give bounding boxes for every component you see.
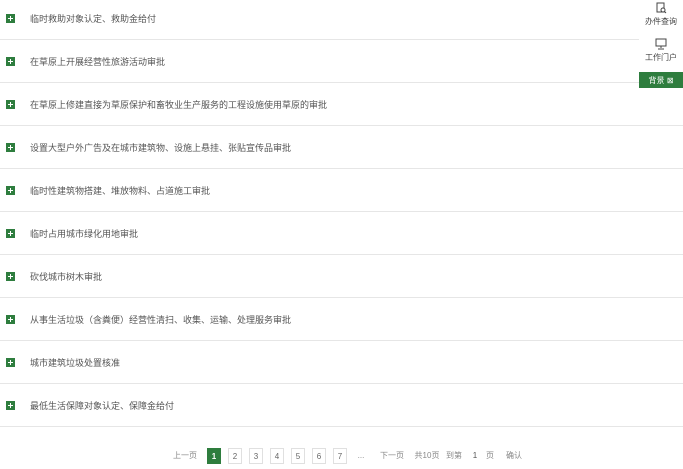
goto-label: 到第 xyxy=(446,451,462,460)
query-button[interactable]: 办件查询 xyxy=(639,0,683,36)
portal-button[interactable]: 工作门户 xyxy=(639,36,683,72)
expand-icon[interactable] xyxy=(6,272,15,281)
list-item-label: 设置大型户外广告及在城市建筑物、设施上悬挂、张贴宣传品审批 xyxy=(30,143,292,153)
expand-icon[interactable] xyxy=(6,14,15,23)
next-page-button[interactable]: 下一页 xyxy=(378,448,406,464)
portal-label: 工作门户 xyxy=(645,53,677,62)
expand-icon[interactable] xyxy=(6,401,15,410)
query-label: 办件查询 xyxy=(645,17,677,26)
page-1-button[interactable]: 1 xyxy=(207,448,221,464)
expand-icon[interactable] xyxy=(6,315,15,324)
expand-icon[interactable] xyxy=(6,143,15,152)
list-item[interactable]: 最低生活保障对象认定、保障金给付 xyxy=(0,385,683,427)
page-7-button[interactable]: 7 xyxy=(333,448,347,464)
list-item[interactable]: 临时占用城市绿化用地审批 xyxy=(0,213,683,255)
confirm-button[interactable]: 确认 xyxy=(504,448,524,464)
list-item-label: 城市建筑垃圾处置核准 xyxy=(30,358,121,368)
page-unit-label: 页 xyxy=(486,451,494,460)
list-item[interactable]: 从事生活垃圾（含粪便）经营性清扫、收集、运输、处理服务审批 xyxy=(0,299,683,341)
list-item-label: 最低生活保障对象认定、保障金给付 xyxy=(30,401,175,411)
page-4-button[interactable]: 4 xyxy=(270,448,284,464)
list-item-label: 在草原上修建直接为草原保护和畜牧业生产服务的工程设施使用草原的审批 xyxy=(30,100,328,110)
list-item[interactable]: 设置大型户外广告及在城市建筑物、设施上悬挂、张贴宣传品审批 xyxy=(0,127,683,169)
pagination: 上一页 1 2 3 4 5 6 7 ... 下一页 共10页 到第 1 页 确认 xyxy=(0,448,683,466)
page-5-button[interactable]: 5 xyxy=(291,448,305,464)
side-toolbar: 办件查询 工作门户 背景 ⊠ xyxy=(639,0,683,88)
list-item-label: 从事生活垃圾（含粪便）经营性清扫、收集、运输、处理服务审批 xyxy=(30,315,292,325)
expand-icon[interactable] xyxy=(6,358,15,367)
list-item-label: 临时性建筑物搭建、堆放物料、占道施工审批 xyxy=(30,186,211,196)
pager-ellipsis: ... xyxy=(357,451,365,460)
page-2-button[interactable]: 2 xyxy=(228,448,242,464)
list-item[interactable]: 临时救助对象认定、救助金给付 xyxy=(0,0,683,40)
total-pages: 共10页 xyxy=(414,451,440,460)
list-item[interactable]: 临时性建筑物搭建、堆放物料、占道施工审批 xyxy=(0,170,683,212)
list-item-label: 砍伐城市树木审批 xyxy=(30,272,103,282)
list-item[interactable]: 在草原上开展经营性旅游活动审批 xyxy=(0,41,683,83)
expand-icon[interactable] xyxy=(6,100,15,109)
expand-icon[interactable] xyxy=(6,186,15,195)
background-toggle-button[interactable]: 背景 ⊠ xyxy=(639,72,683,88)
expand-icon[interactable] xyxy=(6,229,15,238)
list-item-label: 临时占用城市绿化用地审批 xyxy=(30,229,139,239)
expand-icon[interactable] xyxy=(6,57,15,66)
document-search-icon xyxy=(656,2,667,14)
list-item[interactable]: 在草原上修建直接为草原保护和畜牧业生产服务的工程设施使用草原的审批 xyxy=(0,84,683,126)
page-6-button[interactable]: 6 xyxy=(312,448,326,464)
list-item-label: 在草原上开展经营性旅游活动审批 xyxy=(30,57,166,67)
list-item-label: 临时救助对象认定、救助金给付 xyxy=(30,14,157,24)
monitor-icon xyxy=(655,38,667,50)
page-input[interactable]: 1 xyxy=(468,448,482,464)
list-item[interactable]: 砍伐城市树木审批 xyxy=(0,256,683,298)
prev-page-button[interactable]: 上一页 xyxy=(172,448,198,464)
list-item[interactable]: 城市建筑垃圾处置核准 xyxy=(0,342,683,384)
page-3-button[interactable]: 3 xyxy=(249,448,263,464)
